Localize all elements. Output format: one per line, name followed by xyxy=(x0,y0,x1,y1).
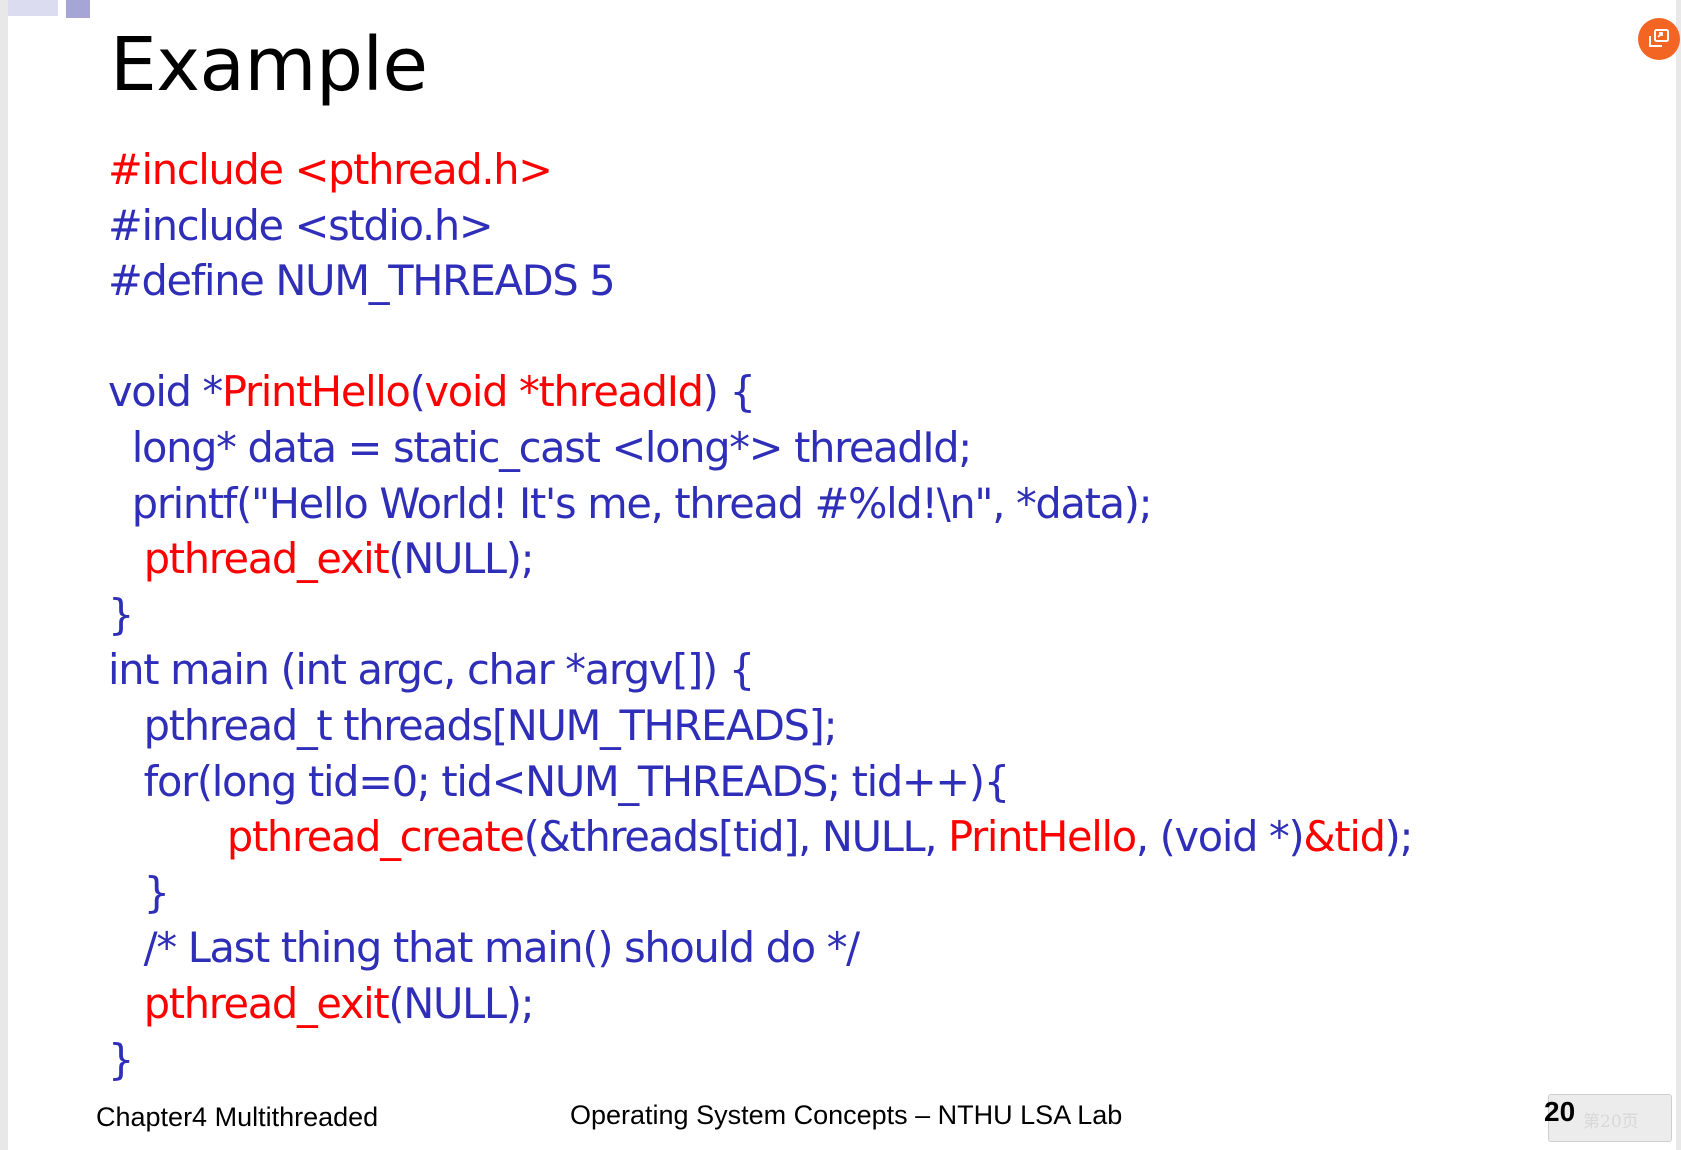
code-segment: , (void *) xyxy=(1135,812,1305,862)
code-segment: printf("Hello World! It's me, thread #%l… xyxy=(108,478,1153,528)
code-segment: #include <stdio.h> xyxy=(108,200,494,250)
corner-decoration-square xyxy=(66,0,90,18)
code-line: } xyxy=(108,1032,1412,1088)
code-segment: ); xyxy=(1384,812,1414,862)
code-line: /* Last thing that main() should do */ xyxy=(108,920,1412,976)
share-window-button[interactable] xyxy=(1638,18,1680,60)
code-line: pthread_exit(NULL); xyxy=(108,976,1412,1032)
page-indicator-label: 第20页 xyxy=(1583,1112,1639,1132)
code-segment: void * xyxy=(108,367,223,417)
code-line: printf("Hello World! It's me, thread #%l… xyxy=(108,476,1412,532)
corner-decoration xyxy=(8,0,58,16)
slide-title: Example xyxy=(110,22,428,108)
code-segment: } xyxy=(108,589,134,639)
code-segment: int main (int argc, char *argv[]) { xyxy=(108,645,755,695)
code-line: } xyxy=(108,865,1412,921)
code-segment: (&threads[tid], NULL, xyxy=(523,812,949,862)
code-line: pthread_create(&threads[tid], NULL, Prin… xyxy=(108,809,1414,865)
footer-chapter: Chapter4 Multithreaded xyxy=(96,1102,379,1132)
code-segment: pthread_create xyxy=(226,812,525,862)
code-line: long* data = static_cast <long*> threadI… xyxy=(108,420,1412,476)
code-segment: #include <pthread.h> xyxy=(108,145,553,194)
code-segment: PrintHello xyxy=(948,812,1137,862)
code-line: #include <stdio.h> xyxy=(108,198,1412,254)
code-segment: for(long tid=0; tid<NUM_THREADS; tid++){ xyxy=(108,756,1010,806)
footer-course: Operating System Concepts – NTHU LSA Lab xyxy=(570,1100,1123,1130)
code-segment: PrintHello xyxy=(221,367,411,417)
code-segment: pthread_exit xyxy=(143,534,390,584)
code-segment: long* data = static_cast <long*> threadI… xyxy=(108,422,973,472)
code-line: pthread_exit(NULL); xyxy=(108,531,1412,587)
code-segment: ) { xyxy=(702,367,756,417)
code-segment: pthread_t threads[NUM_THREADS]; xyxy=(108,700,838,750)
code-segment: } xyxy=(108,1034,134,1084)
code-line: void *PrintHello(void *threadId) { xyxy=(108,364,1412,420)
code-block: #include <pthread.h> #include <stdio.h> #d… xyxy=(108,142,1414,1088)
code-line: int main (int argc, char *argv[]) { xyxy=(108,642,1412,698)
code-segment: pthread_exit xyxy=(143,978,390,1028)
page-number: 20 xyxy=(1544,1096,1576,1127)
code-segment: &tid xyxy=(1303,812,1386,862)
code-line: for(long tid=0; tid<NUM_THREADS; tid++){ xyxy=(108,754,1412,810)
code-segment: (NULL); xyxy=(388,534,534,584)
code-segment: (NULL); xyxy=(388,978,534,1028)
code-segment: ( xyxy=(409,367,426,417)
code-line: pthread_t threads[NUM_THREADS]; xyxy=(108,698,1412,754)
code-segment: } xyxy=(108,867,170,917)
code-segment: #define NUM_THREADS 5 xyxy=(108,256,616,306)
code-segment: /* Last thing that main() should do */ xyxy=(108,923,860,973)
code-line: #define NUM_THREADS 5 xyxy=(108,253,1412,309)
code-line: } xyxy=(108,587,1412,643)
slide: Example #include <pthread.h> #include <st… xyxy=(8,0,1680,1150)
code-line: #include <pthread.h> xyxy=(108,142,1412,198)
code-segment: void *threadId xyxy=(424,367,704,417)
